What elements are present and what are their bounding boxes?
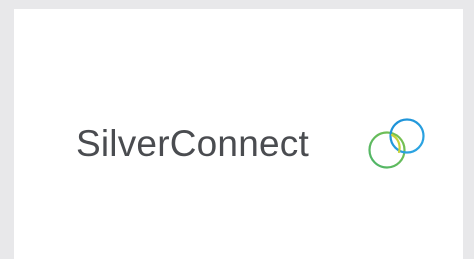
overlapping-rings-icon (368, 118, 425, 169)
logo-card: SilverConnect (14, 9, 463, 259)
brand-logo: SilverConnect (76, 112, 436, 174)
screen-background: SilverConnect (0, 0, 474, 259)
brand-wordmark: SilverConnect (76, 122, 309, 164)
